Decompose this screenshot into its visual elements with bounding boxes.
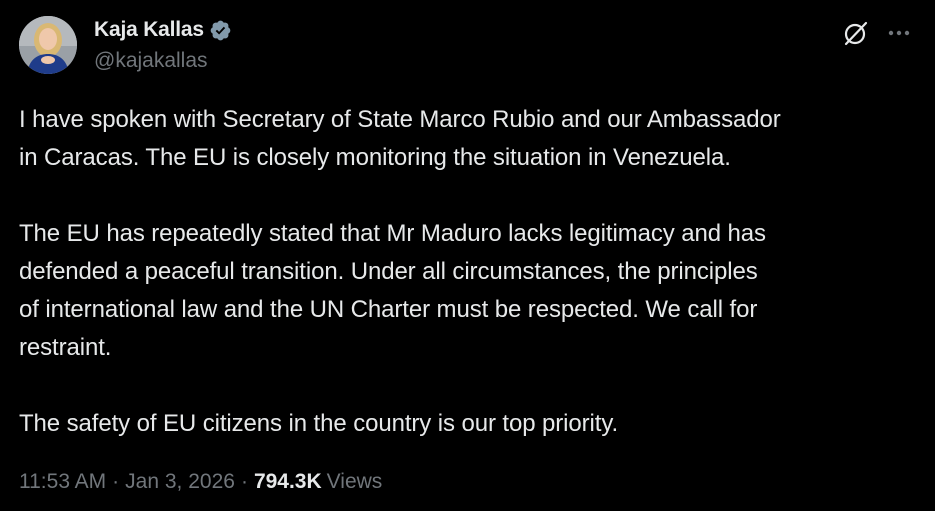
more-options-icon[interactable]: [886, 20, 912, 46]
tweet-time[interactable]: 11:53 AM: [19, 470, 106, 494]
views-count[interactable]: 794.3K: [254, 470, 322, 494]
verified-badge-icon[interactable]: [209, 19, 232, 42]
avatar[interactable]: [19, 16, 77, 74]
meta-separator: ·: [112, 470, 120, 493]
tweet-text-line: defended a peaceful transition. Under al…: [19, 258, 758, 285]
author-name-row: Kaja Kallas: [94, 17, 232, 43]
tweet-text-line: I have spoken with Secretary of State Ma…: [19, 106, 781, 133]
tweet-text-line: in Caracas. The EU is closely monitoring…: [19, 144, 731, 171]
tweet-text: I have spoken with Secretary of State Ma…: [19, 101, 919, 443]
tweet-text-line: The EU has repeatedly stated that Mr Mad…: [19, 220, 766, 247]
tweet-text-line: restraint.: [19, 334, 112, 361]
tweet-date[interactable]: Jan 3, 2026: [125, 470, 235, 494]
tweet-text-line: The safety of EU citizens in the country…: [19, 410, 619, 437]
author-handle[interactable]: @kajakallas: [94, 49, 208, 73]
meta-separator: ·: [240, 470, 248, 493]
tweet-text-line: of international law and the UN Charter …: [19, 296, 758, 323]
tweet-meta: 11:53 AM · Jan 3, 2026 · 794.3K Views: [19, 470, 382, 494]
author-display-name[interactable]: Kaja Kallas: [94, 18, 204, 42]
views-label[interactable]: Views: [327, 470, 383, 494]
tweet-card: Kaja Kallas @kajakallas I have spoken wi…: [0, 0, 935, 511]
grok-icon[interactable]: [842, 19, 870, 47]
